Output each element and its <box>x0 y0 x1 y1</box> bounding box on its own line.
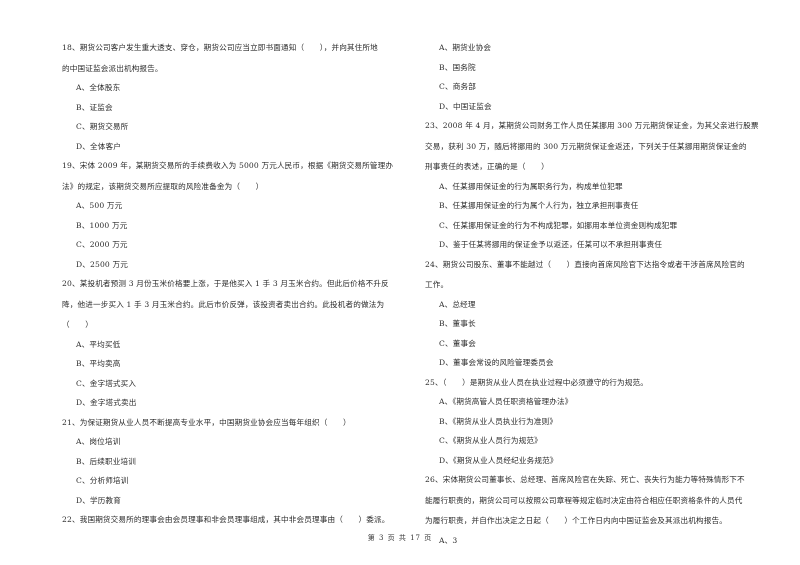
question-stem-line: 法》的规定，该期货交易所应提取的风险准备金为（ ） <box>62 181 264 191</box>
answer-option: B、《期货从业人员执业行为准则》 <box>439 416 558 426</box>
answer-option: B、任某挪用保证金的行为属个人行为，独立承担刑事责任 <box>439 201 639 210</box>
question-stem: 20、某投机者预测 3 月份玉米价格要上涨，于是他买入 1 手 3 月玉米合约。… <box>62 278 412 330</box>
question-stem-line: 18、期货公司客户发生重大透支、穿仓，期货公司应当立即书面通知（ ），并向其住所… <box>62 43 378 52</box>
answer-option: A、《期货高管人员任职资格管理办法》 <box>439 397 573 406</box>
question-stem-line: （ ） <box>62 320 93 329</box>
question-stem-line: 23、2008 年 4 月，某期货公司财务工作人员任某挪用 300 万元期货保证… <box>425 121 759 130</box>
answer-option: C、金字塔式买入 <box>76 378 137 388</box>
question-stem-line: 为履行职责，并自作出决定之日起（ ）个工作日内向中国证监会及其派出机构报告。 <box>425 516 728 525</box>
question-stem: 22、我国期货交易所的理事会由会员理事和非会员理事组成，其中非会员理事由（ ）委… <box>62 514 412 525</box>
left-column: 18、期货公司客户发生重大透支、穿仓，期货公司应当立即书面通知（ ），并向其住所… <box>62 42 412 534</box>
question-stem: 24、期货公司股东、董事不能越过（ ）直接向首席风险官下达指令或者干涉首席风险官… <box>425 259 775 291</box>
question-stem-line: 20、某投机者预测 3 月份玉米价格要上涨，于是他买入 1 手 3 月玉米合约。… <box>62 279 389 288</box>
answer-option: A、全体股东 <box>76 83 121 92</box>
question-21: 21、为保证期货从业人员不断提高专业水平，中国期货业协会应当每年组织（ ） A、岗… <box>62 417 412 506</box>
question-18: 18、期货公司客户发生重大透支、穿仓，期货公司应当立即书面通知（ ），并向其住所… <box>62 42 412 152</box>
answer-option: B、平均卖高 <box>76 359 121 368</box>
question-stem-line: 22、我国期货交易所的理事会由会员理事和非会员理事组成，其中非会员理事由（ ）委… <box>62 515 390 524</box>
question-stem-line: 刑事责任的表述，正确的是（ ） <box>425 162 549 171</box>
question-23: 23、2008 年 4 月，某期货公司财务工作人员任某挪用 300 万元期货保证… <box>425 120 775 250</box>
answer-option: A、总经理 <box>439 299 476 309</box>
answer-option: B、1000 万元 <box>76 220 128 230</box>
answer-option: B、董事长 <box>439 319 476 328</box>
question-24: 24、期货公司股东、董事不能越过（ ）直接向首席风险官下达指令或者干涉首席风险官… <box>425 259 775 369</box>
answer-option: A、平均买低 <box>76 339 121 349</box>
question-stem-line: 24、期货公司股东、董事不能越过（ ）直接向首席风险官下达指令或者干涉首席风险官… <box>425 259 745 269</box>
question-stem: 21、为保证期货从业人员不断提高专业水平，中国期货业协会应当每年组织（ ） <box>62 417 412 428</box>
answer-option: B、后续职业培训 <box>76 456 136 466</box>
answer-option: C、商务部 <box>439 82 476 91</box>
question-stem-line: 降，他进一步买入 1 手 3 月玉米合约。此后市价反弹，该投资者卖出合约。此投机… <box>62 299 385 309</box>
question-stem-line: 21、为保证期货从业人员不断提高专业水平，中国期货业协会应当每年组织（ ） <box>62 417 351 427</box>
answer-option: C、期货交易所 <box>76 122 129 131</box>
answer-option: D、金字塔式卖出 <box>76 398 137 407</box>
question-25: 25、（ ）是期货从业人员在执业过程中必须遵守的行为规范。 A、《期货高管人员任职… <box>425 377 775 466</box>
question-stem-line: 交易，获利 30 万，随后将挪用的 300 万元期货保证金返还，下列关于任某挪用… <box>425 141 747 151</box>
answer-option: D、2500 万元 <box>76 259 128 269</box>
answer-option: A、期货业协会 <box>439 43 492 52</box>
question-stem-line: 25、（ ）是期货从业人员在执业过程中必须遵守的行为规范。 <box>425 377 648 387</box>
answer-option: D、《期货从业人员经纪业务规范》 <box>439 455 558 465</box>
answer-option: B、证监会 <box>76 102 113 112</box>
question-stem-line: 26、宋体期货公司董事长、总经理、首席风险官在失踪、死亡、丧失行为能力等特殊情形… <box>425 475 745 484</box>
question-stem: 25、（ ）是期货从业人员在执业过程中必须遵守的行为规范。 <box>425 377 775 388</box>
answer-option: D、董事会常设的风险管理委员会 <box>439 358 554 367</box>
question-stem-line: 19、宋体 2009 年，某期货交易所的手续费收入为 5000 万元人民币，根据… <box>62 161 394 170</box>
answer-option: C、2000 万元 <box>76 240 128 249</box>
question-19: 19、宋体 2009 年，某期货交易所的手续费收入为 5000 万元人民币，根据… <box>62 160 412 270</box>
question-stem-line: 能履行职责的，期货公司可以按照公司章程等规定临时决定由符合相应任职资格条件的人员… <box>425 495 743 505</box>
question-stem: 26、宋体期货公司董事长、总经理、首席风险官在失踪、死亡、丧失行为能力等特殊情形… <box>425 474 775 526</box>
answer-option: C、董事会 <box>439 338 476 348</box>
answer-option: A、岗位培训 <box>76 437 121 446</box>
question-22-cont: A、期货业协会 B、国务院 C、商务部 D、中国证监会 <box>425 42 775 112</box>
answer-option: C、《期货从业人员行为规范》 <box>439 436 542 445</box>
question-stem: 18、期货公司客户发生重大透支、穿仓，期货公司应当立即书面通知（ ），并向其住所… <box>62 42 412 74</box>
answer-option: A、500 万元 <box>76 201 123 210</box>
answer-option: B、国务院 <box>439 62 476 72</box>
page-footer: 第 3 页 共 17 页 <box>367 534 433 542</box>
answer-option: D、学历教育 <box>76 495 121 505</box>
question-stem-line: 工作。 <box>425 280 449 289</box>
answer-option: D、中国证监会 <box>439 101 492 111</box>
question-stem-line: 的中国证监会派出机构报告。 <box>62 63 163 73</box>
question-22: 22、我国期货交易所的理事会由会员理事和非会员理事组成，其中非会员理事由（ ）委… <box>62 514 412 525</box>
question-stem: 23、2008 年 4 月，某期货公司财务工作人员任某挪用 300 万元期货保证… <box>425 120 775 172</box>
question-stem: 19、宋体 2009 年，某期货交易所的手续费收入为 5000 万元人民币，根据… <box>62 160 412 192</box>
answer-option: D、鉴于任某将挪用的保证金予以返还，任某可以不承担刑事责任 <box>439 240 663 249</box>
answer-option: C、任某挪用保证金的行为不构成犯罪，如挪用本单位资金则构成犯罪 <box>439 220 678 230</box>
answer-option: C、分析师培训 <box>76 476 129 485</box>
answer-option: D、全体客户 <box>76 141 121 151</box>
right-column: A、期货业协会 B、国务院 C、商务部 D、中国证监会 23、2008 年 4 月，某期… <box>425 42 775 554</box>
question-20: 20、某投机者预测 3 月份玉米价格要上涨，于是他买入 1 手 3 月玉米合约。… <box>62 278 412 408</box>
answer-option: A、任某挪用保证金的行为属职务行为，构成单位犯罪 <box>439 181 623 191</box>
